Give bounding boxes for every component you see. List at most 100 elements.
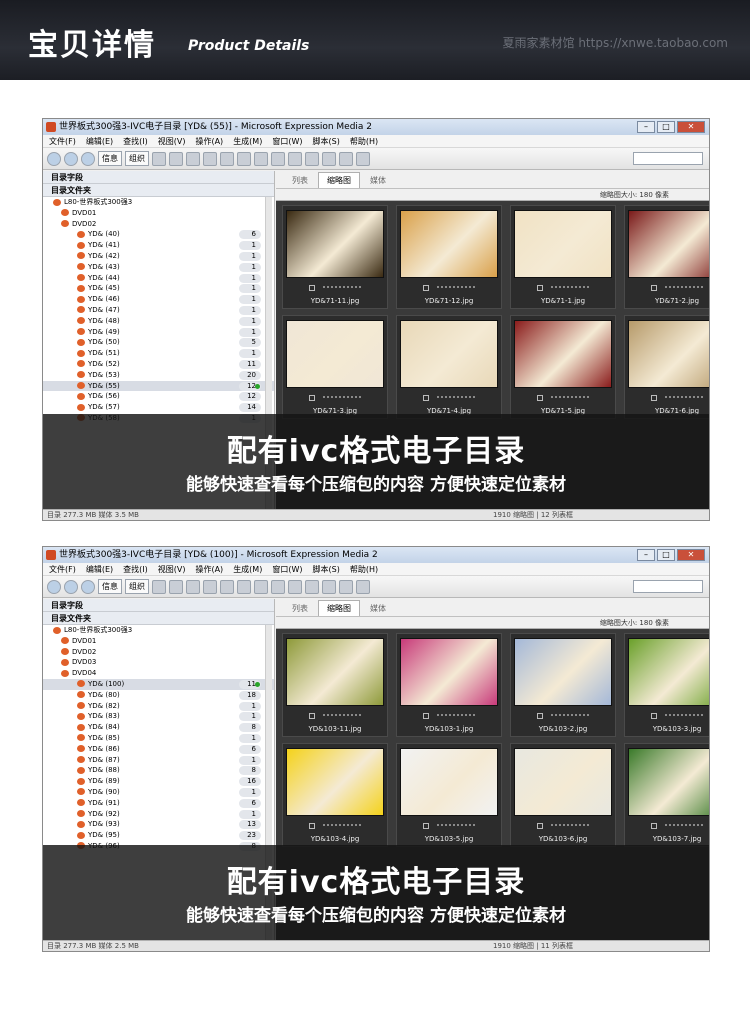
- tab-list[interactable]: 列表: [284, 173, 316, 188]
- catalog-folders-header[interactable]: 目录文件夹: [43, 184, 274, 197]
- tree-root[interactable]: L80-世界板式300强3: [43, 197, 274, 208]
- tab-thumbnails[interactable]: 缩略图: [318, 172, 360, 188]
- info-button[interactable]: 信息: [98, 579, 122, 594]
- thumbnail-card[interactable]: YD&103-3.jpg: [624, 633, 709, 737]
- maximize-button[interactable]: □: [657, 121, 675, 133]
- tab-list[interactable]: 列表: [284, 601, 316, 616]
- menu-item[interactable]: 查找(I): [123, 563, 148, 575]
- menu-item[interactable]: 视图(V): [158, 135, 186, 147]
- thumbnail-card[interactable]: YD&103-4.jpg: [282, 743, 388, 847]
- tree-drive[interactable]: DVD01: [43, 636, 274, 647]
- thumbnail-card[interactable]: YD&71-5.jpg: [510, 315, 616, 419]
- menu-item[interactable]: 文件(F): [49, 135, 76, 147]
- tree-folder[interactable]: YD& (84) 8: [43, 722, 274, 733]
- select-checkbox[interactable]: [651, 395, 657, 401]
- rating-dots[interactable]: [551, 714, 589, 718]
- search-input[interactable]: [633, 152, 703, 165]
- menu-item[interactable]: 帮助(H): [350, 563, 378, 575]
- select-checkbox[interactable]: [651, 285, 657, 291]
- tree-folder[interactable]: YD& (44) 1: [43, 273, 274, 284]
- back-icon[interactable]: [47, 579, 61, 594]
- close-button[interactable]: ✕: [677, 549, 705, 561]
- tree-folder[interactable]: YD& (82) 1: [43, 701, 274, 712]
- organize-button[interactable]: 组织: [125, 151, 149, 166]
- menu-item[interactable]: 编辑(E): [86, 563, 113, 575]
- select-checkbox[interactable]: [537, 395, 543, 401]
- tree-folder[interactable]: YD& (40) 6: [43, 229, 274, 240]
- minimize-button[interactable]: –: [637, 121, 655, 133]
- menu-item[interactable]: 窗口(W): [272, 135, 302, 147]
- import-icon[interactable]: [203, 151, 217, 166]
- tree-folder[interactable]: YD& (56) 12: [43, 391, 274, 402]
- tree-folder[interactable]: YD& (57) 14: [43, 402, 274, 413]
- tree-folder[interactable]: YD& (95) 23: [43, 830, 274, 841]
- rating-dots[interactable]: [437, 286, 475, 290]
- tree-folder[interactable]: YD& (85) 1: [43, 733, 274, 744]
- delete-icon[interactable]: [169, 579, 183, 594]
- rating-dots[interactable]: [665, 824, 703, 828]
- tree-folder[interactable]: YD& (45) 1: [43, 283, 274, 294]
- tab-thumbnails[interactable]: 缩略图: [318, 600, 360, 616]
- export-icon[interactable]: [220, 151, 234, 166]
- select-checkbox[interactable]: [537, 713, 543, 719]
- forward-icon[interactable]: [64, 151, 78, 166]
- thumbnail-card[interactable]: YD&71-2.jpg: [624, 205, 709, 309]
- menu-item[interactable]: 窗口(W): [272, 563, 302, 575]
- thumbnail-card[interactable]: YD&71-11.jpg: [282, 205, 388, 309]
- menu-item[interactable]: 视图(V): [158, 563, 186, 575]
- search-input[interactable]: [633, 580, 703, 593]
- menu-item[interactable]: 脚本(S): [313, 563, 340, 575]
- tree-folder[interactable]: YD& (83) 1: [43, 711, 274, 722]
- tree-folder[interactable]: YD& (88) 8: [43, 765, 274, 776]
- tree-folder[interactable]: YD& (90) 1: [43, 787, 274, 798]
- thumbnail-card[interactable]: YD&103-5.jpg: [396, 743, 502, 847]
- tree-folder[interactable]: YD& (47) 1: [43, 305, 274, 316]
- thumbnail-card[interactable]: YD&71-3.jpg: [282, 315, 388, 419]
- tree-folder[interactable]: YD& (80) 18: [43, 690, 274, 701]
- edit-icon[interactable]: [322, 151, 336, 166]
- minimize-button[interactable]: –: [637, 549, 655, 561]
- rating-dots[interactable]: [551, 824, 589, 828]
- play-icon[interactable]: [288, 151, 302, 166]
- tree-folder[interactable]: YD& (48) 1: [43, 316, 274, 327]
- thumbnail-card[interactable]: YD&103-11.jpg: [282, 633, 388, 737]
- thumbnail-card[interactable]: YD&103-6.jpg: [510, 743, 616, 847]
- sort-icon[interactable]: [271, 151, 285, 166]
- rating-dots[interactable]: [323, 714, 361, 718]
- rating-dots[interactable]: [437, 824, 475, 828]
- info-button[interactable]: 信息: [98, 151, 122, 166]
- rating-dots[interactable]: [437, 396, 475, 400]
- tree-folder[interactable]: YD& (93) 13: [43, 819, 274, 830]
- tree-root[interactable]: L80-世界板式300强3: [43, 625, 274, 636]
- select-checkbox[interactable]: [537, 823, 543, 829]
- rating-dots[interactable]: [323, 824, 361, 828]
- play-icon[interactable]: [288, 579, 302, 594]
- slideshow-icon[interactable]: [305, 579, 319, 594]
- thumbnail-card[interactable]: YD&103-7.jpg: [624, 743, 709, 847]
- select-checkbox[interactable]: [423, 395, 429, 401]
- tree-drive[interactable]: DVD02: [43, 647, 274, 658]
- chart-icon[interactable]: [254, 579, 268, 594]
- tree-folder[interactable]: YD& (53) 20: [43, 370, 274, 381]
- slideshow-icon[interactable]: [305, 151, 319, 166]
- delete-icon[interactable]: [169, 151, 183, 166]
- thumbnail-card[interactable]: YD&71-12.jpg: [396, 205, 502, 309]
- maximize-button[interactable]: □: [657, 549, 675, 561]
- menu-item[interactable]: 脚本(S): [313, 135, 340, 147]
- catalog-fields-header[interactable]: 目录字段: [43, 599, 274, 612]
- rating-dots[interactable]: [665, 396, 703, 400]
- lock-icon[interactable]: [186, 579, 200, 594]
- tab-media[interactable]: 媒体: [362, 601, 394, 616]
- tree-folder[interactable]: YD& (100) 11: [43, 678, 274, 690]
- tree-folder[interactable]: YD& (86) 6: [43, 744, 274, 755]
- close-button[interactable]: ✕: [677, 121, 705, 133]
- select-checkbox[interactable]: [423, 713, 429, 719]
- help-icon[interactable]: [356, 579, 370, 594]
- rating-dots[interactable]: [665, 714, 703, 718]
- select-checkbox[interactable]: [309, 285, 315, 291]
- sort-icon[interactable]: [271, 579, 285, 594]
- select-checkbox[interactable]: [309, 823, 315, 829]
- rating-dots[interactable]: [551, 396, 589, 400]
- select-checkbox[interactable]: [309, 713, 315, 719]
- rating-dots[interactable]: [551, 286, 589, 290]
